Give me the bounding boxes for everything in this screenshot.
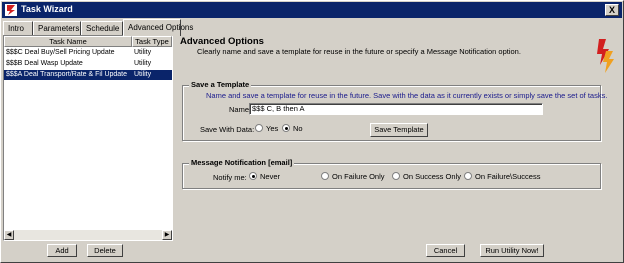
save-with-data-no-radio[interactable]: No: [282, 124, 303, 133]
scroll-left-icon[interactable]: ◀: [4, 230, 14, 240]
column-header-task-type[interactable]: Task Type: [132, 36, 172, 47]
tab-advanced-options[interactable]: Advanced Options: [123, 19, 193, 36]
window-title: Task Wizard: [21, 4, 73, 14]
close-button[interactable]: X: [605, 4, 619, 16]
tab-parameters[interactable]: Parameters: [33, 21, 81, 35]
radio-icon: [321, 172, 329, 180]
message-notification-group-label: Message Notification [email]: [189, 158, 295, 167]
tab-schedule[interactable]: Schedule: [81, 21, 123, 35]
notify-on-failure-radio[interactable]: On Failure Only: [321, 172, 385, 181]
task-list[interactable]: Task Name Task Type $$$C Deal Buy/Sell P…: [3, 35, 173, 241]
on-failure-success-label: On Failure\Success: [475, 172, 541, 181]
on-failure-label: On Failure Only: [332, 172, 385, 181]
task-name-cell: $$$B Deal Wasp Update: [6, 60, 83, 67]
task-name-cell: $$$C Deal Buy/Sell Pricing Update: [6, 49, 115, 56]
notify-never-radio[interactable]: Never: [249, 172, 280, 181]
save-template-note: Name and save a template for reuse in th…: [206, 91, 608, 100]
notify-on-success-radio[interactable]: On Success Only: [392, 172, 461, 181]
yes-label: Yes: [266, 124, 279, 133]
save-template-group-label: Save a Template: [189, 80, 252, 89]
delete-button[interactable]: Delete: [87, 244, 123, 257]
no-label: No: [293, 124, 303, 133]
task-type-cell: Utility: [134, 60, 152, 67]
on-success-label: On Success Only: [403, 172, 461, 181]
template-name-input[interactable]: $$$ C, B then A: [249, 103, 543, 115]
advanced-options-description: Clearly name and save a template for reu…: [197, 47, 521, 56]
radio-selected-icon: [249, 172, 257, 180]
radio-selected-icon: [282, 124, 290, 132]
app-icon: [5, 4, 17, 16]
table-row[interactable]: $$$B Deal Wasp Update Utility: [4, 59, 172, 69]
column-header-task-name[interactable]: Task Name: [4, 36, 132, 47]
task-type-cell: Utility: [134, 71, 152, 78]
tab-intro[interactable]: Intro: [3, 21, 33, 35]
table-row[interactable]: $$$C Deal Buy/Sell Pricing Update Utilit…: [4, 48, 172, 58]
notify-on-failure-success-radio[interactable]: On Failure\Success: [464, 172, 540, 181]
task-list-header: Task Name Task Type: [4, 36, 172, 47]
save-with-data-yes-radio[interactable]: Yes: [255, 124, 278, 133]
table-row-selected[interactable]: $$$A Deal Transport/Rate & Fil Update Ut…: [4, 70, 172, 80]
radio-icon: [464, 172, 472, 180]
scroll-right-icon[interactable]: ▶: [162, 230, 172, 240]
radio-icon: [255, 124, 263, 132]
radio-icon: [392, 172, 400, 180]
task-name-cell: $$$A Deal Transport/Rate & Fil Update: [6, 71, 128, 78]
notify-me-label: Notify me:: [213, 173, 247, 182]
advanced-options-title: Advanced Options: [180, 36, 264, 47]
task-wizard-window: Task Wizard X Intro Parameters Schedule …: [0, 0, 624, 263]
horizontal-scrollbar[interactable]: ◀ ▶: [4, 230, 172, 240]
task-type-cell: Utility: [134, 49, 152, 56]
lightning-logo-icon: [597, 39, 614, 73]
save-with-data-label: Save With Data:: [200, 125, 255, 134]
save-template-button[interactable]: Save Template: [370, 123, 428, 137]
name-label: Name:: [229, 105, 252, 114]
cancel-button[interactable]: Cancel: [426, 244, 465, 257]
run-utility-now-button[interactable]: Run Utility Now!: [480, 244, 544, 257]
never-label: Never: [260, 172, 281, 181]
add-button[interactable]: Add: [47, 244, 77, 257]
title-bar[interactable]: Task Wizard X: [2, 2, 622, 18]
